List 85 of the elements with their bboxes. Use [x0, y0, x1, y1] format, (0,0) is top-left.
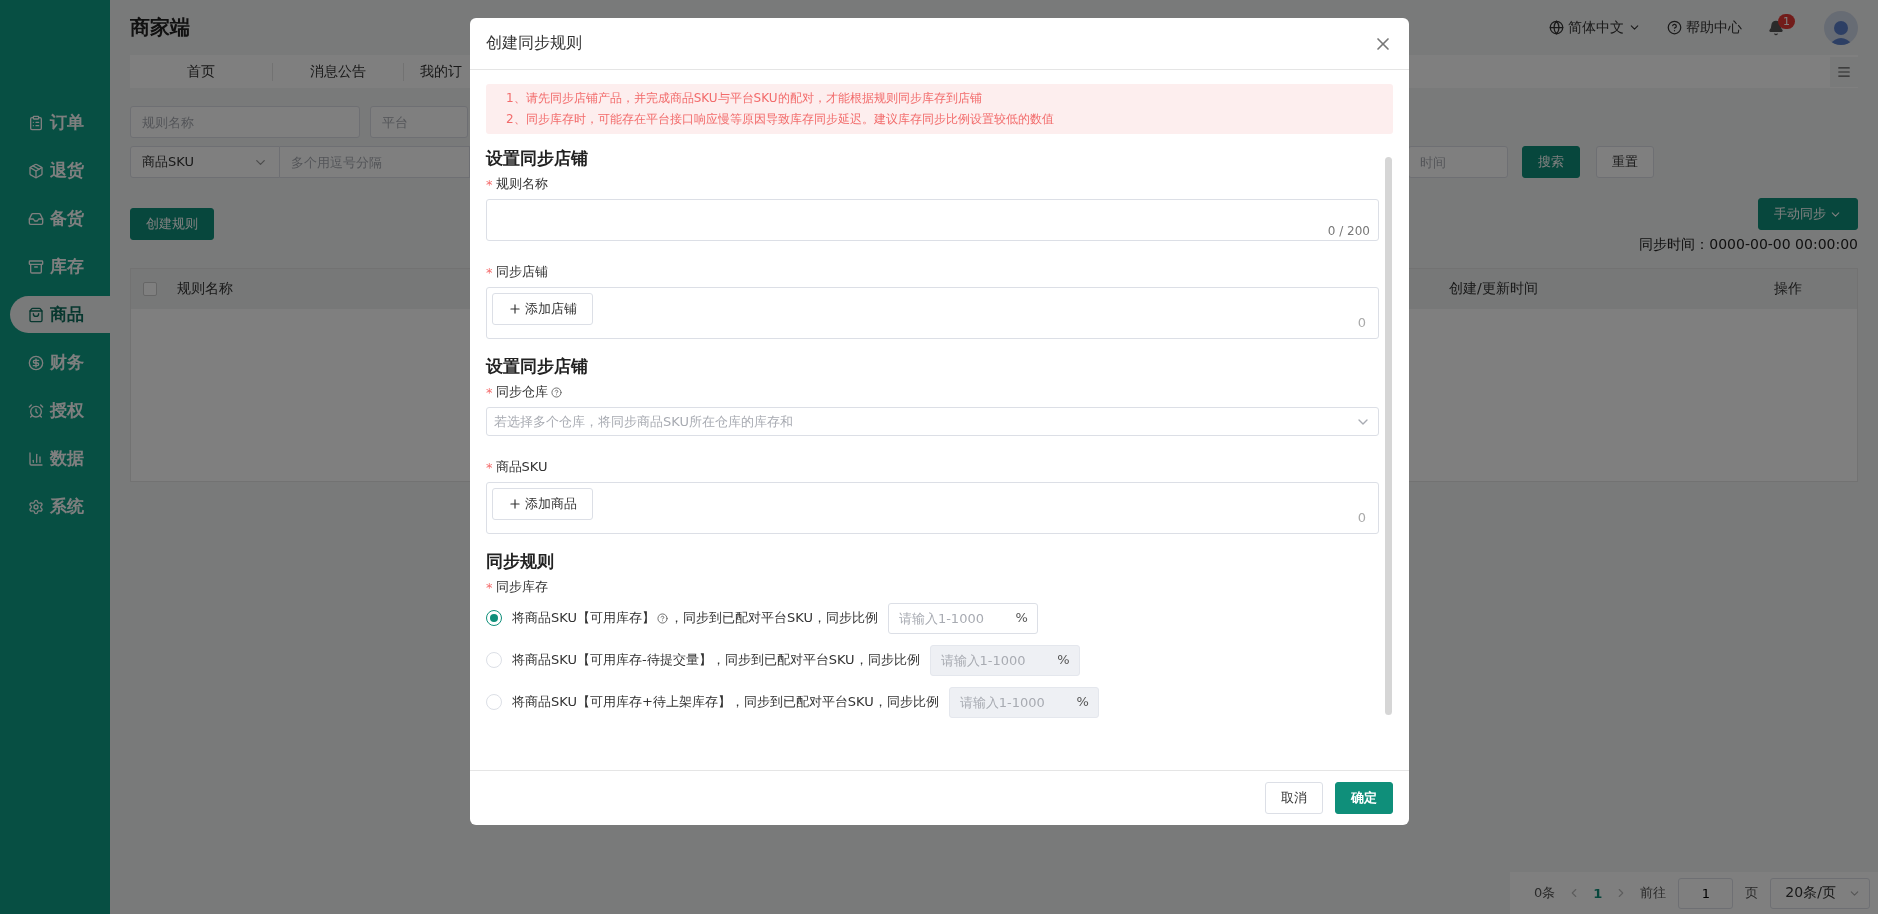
required-mark: *: [486, 264, 493, 280]
tray-icon: [28, 210, 44, 227]
goto-label: 前往: [1640, 884, 1667, 902]
required-mark: *: [486, 579, 493, 595]
notification-badge: 1: [1778, 13, 1795, 29]
help-icon: [1667, 20, 1682, 35]
sidebar-item[interactable]: 系统: [10, 488, 110, 525]
radio-button[interactable]: [486, 610, 502, 626]
page-number[interactable]: 1: [1593, 885, 1603, 901]
search-button[interactable]: 搜索: [1522, 146, 1580, 178]
coin-icon: [28, 354, 44, 371]
option-label: 将商品SKU【可用库存-待提交量】，同步到已配对平台SKU，同步比例: [512, 651, 920, 669]
field-label: 同步仓库: [495, 383, 548, 401]
field-label: 商品SKU: [495, 458, 548, 476]
manual-sync-button[interactable]: 手动同步: [1758, 198, 1858, 230]
warehouse-select[interactable]: 若选择多个仓库，将同步商品SKU所在仓库的库存和: [486, 407, 1379, 436]
nav-tab[interactable]: 我的订: [404, 62, 462, 81]
field-label: 同步库存: [495, 578, 548, 596]
sku-type-select[interactable]: 商品SKU: [130, 146, 280, 178]
alarm-clock-icon: [28, 402, 44, 419]
avatar[interactable]: [1824, 10, 1858, 45]
help-icon[interactable]: [550, 386, 562, 398]
notice-text: 1、请先同步店铺产品，并完成商品SKU与平台SKU的配对，才能根据规则同步库存到店铺: [506, 90, 983, 107]
column-header: 操作: [1774, 280, 1803, 298]
menu-icon: [1837, 64, 1851, 79]
required-mark: *: [486, 384, 493, 400]
required-mark: *: [486, 459, 493, 475]
sidebar-item[interactable]: 财务: [10, 344, 110, 381]
reset-button[interactable]: 重置: [1596, 146, 1654, 178]
menu-button[interactable]: [1830, 56, 1858, 87]
add-button[interactable]: 添加商品: [492, 488, 593, 520]
sidebar-item[interactable]: 订单: [10, 104, 110, 141]
column-header: 规则名称: [177, 280, 234, 298]
rule-name-field[interactable]: 0 / 200: [486, 199, 1379, 241]
section-title: 设置同步店铺: [486, 355, 589, 378]
sidebar-item[interactable]: 退货: [10, 152, 110, 189]
select-all-checkbox[interactable]: [143, 282, 157, 296]
percent-suffix: %: [1057, 651, 1070, 667]
help-icon[interactable]: [656, 612, 668, 624]
bag-icon: [28, 306, 44, 323]
settings-icon: [28, 498, 44, 515]
notice-text: 2、同步库存时，可能存在平台接口响应慢等原因导致库存同步延迟。建议库存同步比例设置较低的数值: [506, 111, 1055, 128]
required-mark: *: [486, 176, 493, 192]
option-label: ，同步到已配对平台SKU，同步比例: [669, 609, 878, 627]
plus-icon: [508, 497, 522, 511]
language-switcher[interactable]: 简体中文: [1549, 18, 1641, 37]
percent-suffix: %: [1015, 609, 1028, 625]
sync-time: 同步时间：0000-00-00 00:00:00: [1639, 236, 1858, 254]
cancel-button[interactable]: 取消: [1265, 782, 1323, 814]
section-title: 设置同步店铺: [486, 147, 589, 170]
sidebar-item[interactable]: 授权: [10, 392, 110, 429]
sidebar-item[interactable]: 商品: [10, 296, 110, 333]
page-size-select[interactable]: 20条/页: [1770, 877, 1871, 909]
item-count: 0: [1357, 315, 1366, 330]
bar-chart-icon: [28, 450, 44, 467]
sidebar-item[interactable]: 库存: [10, 248, 110, 285]
help-link[interactable]: 帮助中心: [1667, 18, 1742, 37]
sidebar-item[interactable]: 备货: [10, 200, 110, 237]
page-input[interactable]: 1: [1678, 877, 1734, 909]
add-button[interactable]: 添加店铺: [492, 293, 593, 325]
confirm-button[interactable]: 确定: [1335, 782, 1393, 814]
clipboard-icon: [28, 114, 44, 131]
column-header: 创建/更新时间: [1449, 280, 1539, 298]
app-title: 商家端: [130, 14, 191, 41]
dialog-title: 创建同步规则: [486, 33, 582, 54]
page-unit: 页: [1745, 884, 1759, 902]
option-label: 将商品SKU【可用库存】: [512, 609, 655, 627]
globe-icon: [1549, 20, 1564, 35]
field-label: 规则名称: [495, 175, 548, 193]
nav-tab[interactable]: 消息公告: [273, 62, 404, 81]
section-title: 同步规则: [486, 550, 555, 573]
percent-suffix: %: [1076, 693, 1089, 709]
char-counter: 0 / 200: [1327, 224, 1370, 238]
option-label: 将商品SKU【可用库存+待上架库存】，同步到已配对平台SKU，同步比例: [512, 693, 939, 711]
field-label: 同步店铺: [495, 263, 548, 281]
box-icon: [28, 162, 44, 179]
plus-icon: [508, 302, 522, 316]
create-rule-button[interactable]: 创建规则: [130, 208, 214, 240]
item-count: 0: [1357, 510, 1366, 525]
nav-tab[interactable]: 首页: [130, 62, 273, 81]
total-count: 0条: [1534, 884, 1556, 902]
sidebar-item[interactable]: 数据: [10, 440, 110, 477]
bell-icon[interactable]: [1768, 19, 1784, 36]
scrollbar[interactable]: [1385, 157, 1392, 715]
archive-icon: [28, 258, 44, 275]
